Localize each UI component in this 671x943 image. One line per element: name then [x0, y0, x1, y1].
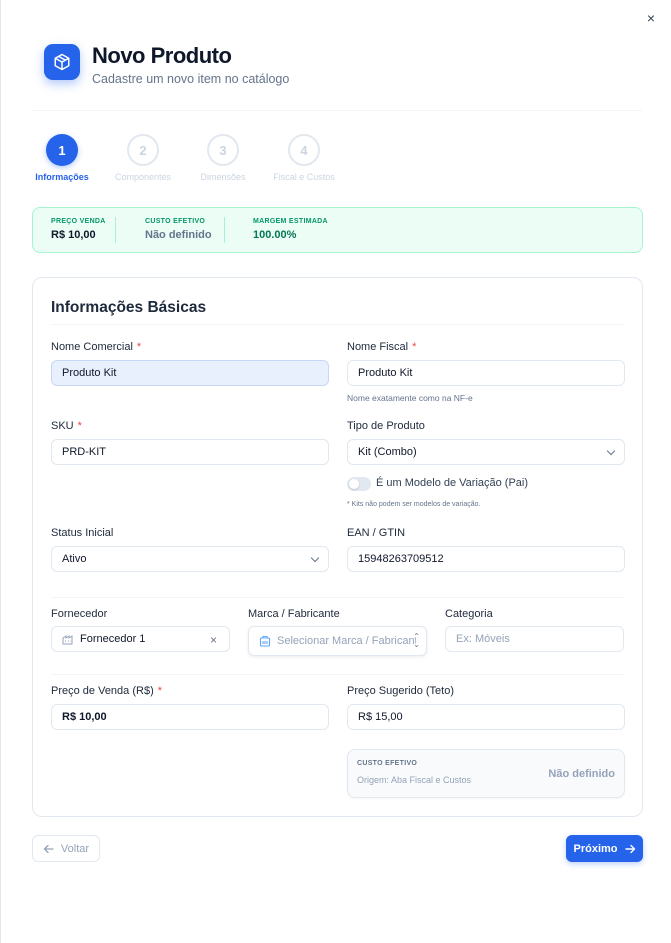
updown-icon: ⌃ ⌄: [413, 632, 420, 649]
modal: × Novo Produto Cadastre um novo item no …: [0, 0, 671, 943]
price-summary-bar: PREÇO VENDA R$ 10,00 CUSTO EFETIVO Não d…: [32, 207, 643, 253]
modal-header: Novo Produto Cadastre um novo item no ca…: [44, 44, 289, 86]
status-label: Status Inicial: [51, 527, 114, 539]
step-number: 2: [127, 134, 159, 166]
preco-venda-input[interactable]: R$ 10,00: [51, 704, 329, 730]
ean-input[interactable]: 15948263709512: [347, 546, 625, 572]
tipo-produto-select[interactable]: Kit (Combo): [347, 439, 625, 465]
custo-efetivo-label: CUSTO EFETIVO: [357, 760, 418, 767]
building-icon: [259, 635, 271, 647]
step-label: Fiscal e Custos: [273, 172, 335, 182]
fornecedor-label: Fornecedor: [51, 608, 108, 620]
chevron-down-icon: [310, 553, 320, 563]
step-number: 3: [207, 134, 239, 166]
page-subtitle: Cadastre um novo item no catálogo: [92, 72, 290, 86]
tipo-produto-label: Tipo de Produto: [347, 420, 425, 432]
step-informacoes[interactable]: 1 Informações: [24, 134, 100, 182]
variacao-toggle[interactable]: [347, 477, 371, 491]
nome-comercial-label: Nome Comercial *: [51, 341, 142, 353]
custo-efetivo-value: Não definido: [548, 768, 615, 780]
factory-icon: [62, 634, 74, 645]
step-componentes[interactable]: 2 Componentes: [105, 134, 181, 182]
clear-icon[interactable]: ×: [210, 633, 217, 647]
variacao-label: É um Modelo de Variação (Pai): [376, 477, 529, 489]
preco-sugerido-input[interactable]: R$ 15,00: [347, 704, 625, 730]
basic-info-card: Informações Básicas Nome Comercial * Prod…: [32, 277, 643, 817]
step-number: 1: [46, 134, 78, 166]
section-title: Informações Básicas: [51, 299, 207, 316]
step-dimensoes[interactable]: 3 Dimensões: [185, 134, 261, 182]
step-label: Dimensões: [200, 172, 246, 182]
summary-cost: CUSTO EFETIVO Não definido: [145, 218, 212, 241]
sku-label: SKU *: [51, 420, 82, 432]
nome-fiscal-input[interactable]: Produto Kit: [347, 360, 625, 386]
next-button[interactable]: Próximo: [566, 835, 643, 862]
fornecedor-select[interactable]: Fornecedor 1 ×: [51, 626, 230, 652]
marca-select[interactable]: Selecionar Marca / Fabricante ⌃ ⌄: [248, 626, 427, 656]
categoria-input[interactable]: Ex: Móveis: [445, 626, 624, 652]
back-button[interactable]: Voltar: [32, 835, 100, 862]
divider: [51, 597, 624, 598]
variacao-note: * Kits não podem ser modelos de variação…: [347, 501, 481, 508]
categoria-label: Categoria: [445, 608, 493, 620]
nome-fiscal-hint: Nome exatamente como na NF-e: [347, 393, 473, 403]
divider: [51, 324, 624, 325]
preco-venda-label: Preço de Venda (R$) *: [51, 685, 163, 697]
divider: [224, 217, 225, 243]
page-title: Novo Produto: [92, 43, 232, 68]
preco-sugerido-label: Preço Sugerido (Teto): [347, 685, 454, 697]
nome-fiscal-label: Nome Fiscal *: [347, 341, 417, 353]
custo-efetivo-box: CUSTO EFETIVO Origem: Aba Fiscal e Custo…: [347, 749, 625, 798]
close-icon[interactable]: ×: [643, 10, 659, 26]
step-label: Informações: [35, 172, 89, 182]
arrow-left-icon: [43, 844, 54, 854]
step-number: 4: [288, 134, 320, 166]
divider: [32, 110, 642, 111]
arrow-right-icon: [624, 844, 636, 854]
marca-label: Marca / Fabricante: [248, 608, 340, 620]
sku-input[interactable]: PRD-KIT: [51, 439, 329, 465]
divider: [51, 674, 624, 675]
divider: [115, 217, 116, 243]
summary-price: PREÇO VENDA R$ 10,00: [51, 218, 106, 241]
toggle-knob: [349, 479, 359, 489]
chevron-down-icon: [606, 446, 616, 456]
ean-label: EAN / GTIN: [347, 527, 406, 539]
box-icon: [44, 44, 80, 80]
summary-margin: MARGEM ESTIMADA 100.00%: [253, 218, 328, 241]
status-select[interactable]: Ativo: [51, 546, 329, 572]
nome-comercial-input[interactable]: Produto Kit: [51, 360, 329, 386]
custo-efetivo-origin: Origem: Aba Fiscal e Custos: [357, 775, 472, 785]
step-fiscal-custos[interactable]: 4 Fiscal e Custos: [266, 134, 342, 182]
step-label: Componentes: [114, 172, 172, 182]
